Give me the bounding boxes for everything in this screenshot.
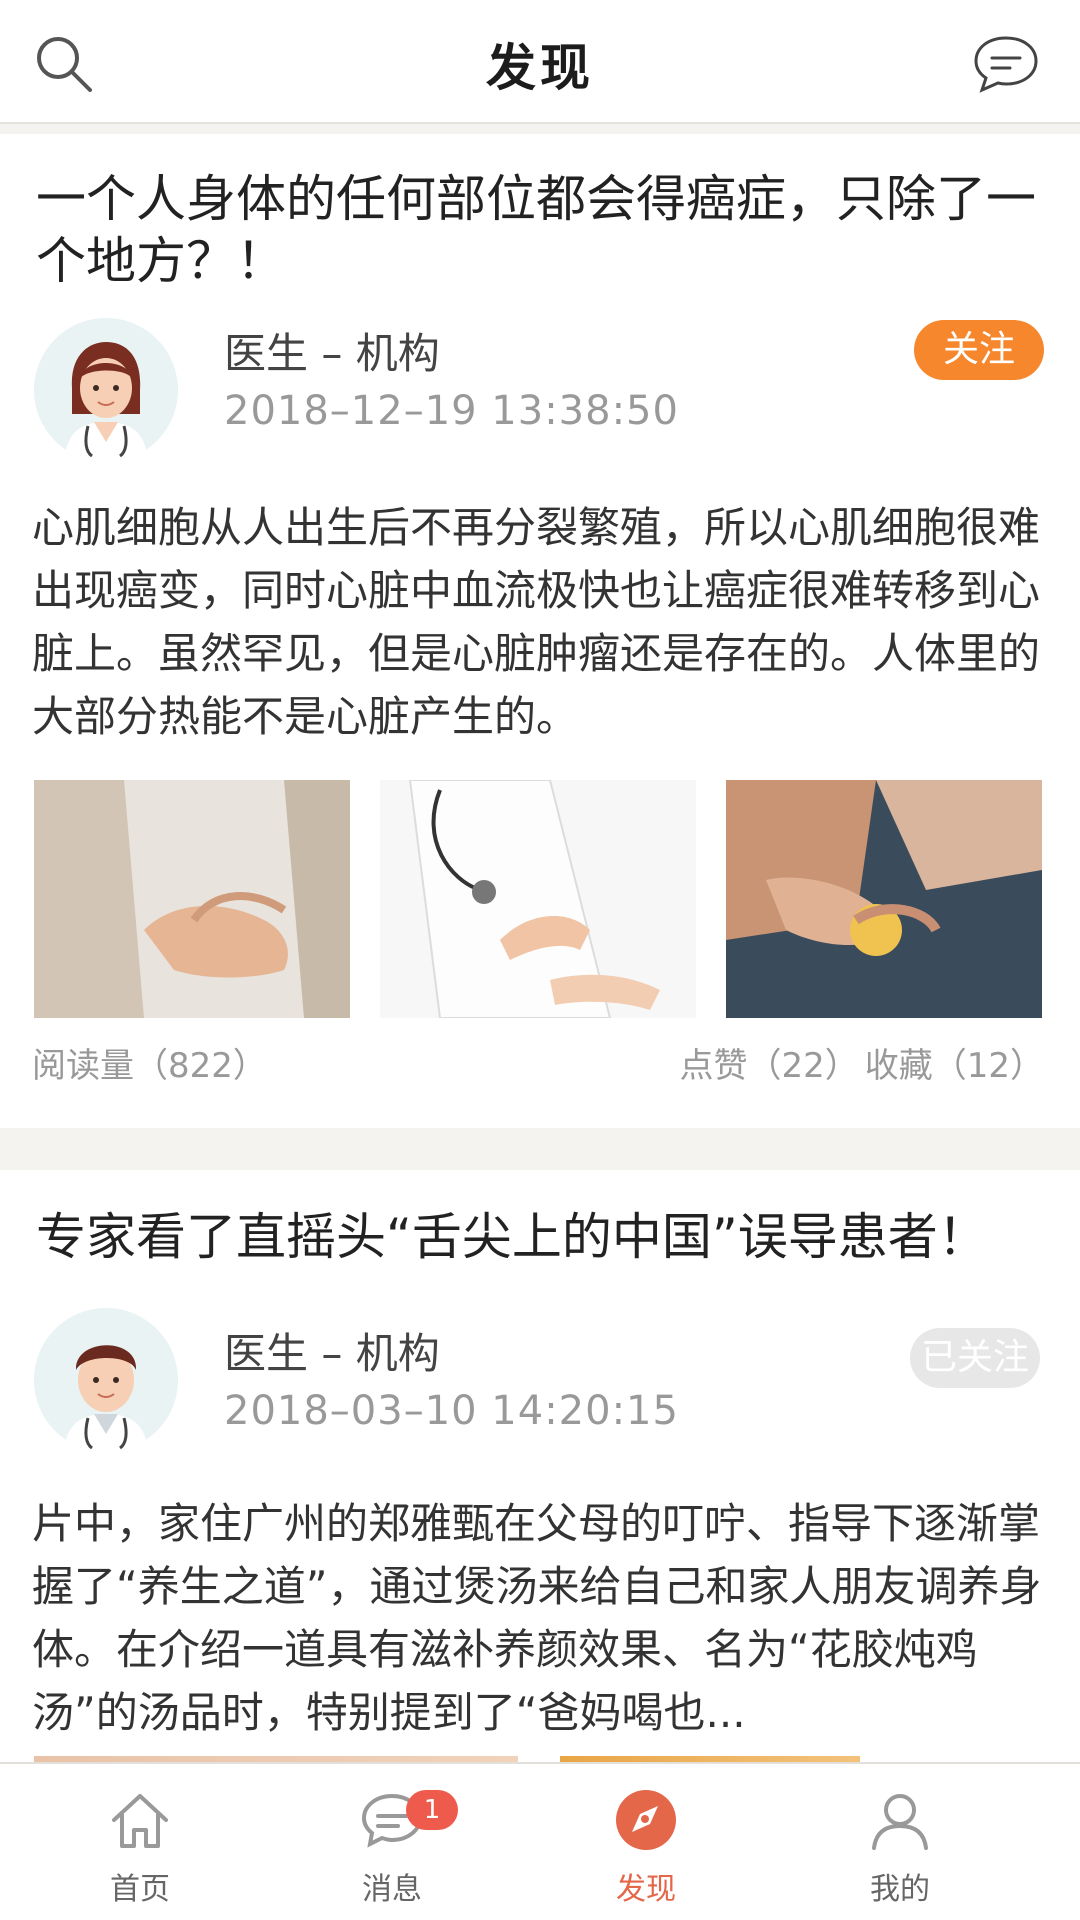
discover-compass-icon: [616, 1790, 676, 1850]
page-title-text: 发现: [486, 39, 594, 97]
doctor-pulse-photo-icon: [380, 780, 696, 1018]
publish-time: 2018–12–19 13:38:50: [224, 388, 679, 434]
author-name[interactable]: 医生 – 机构: [224, 320, 440, 381]
tab-discover[interactable]: 发现: [546, 1764, 746, 1920]
tab-discover-label: 发现: [616, 1872, 676, 1907]
tab-profile-label: 我的: [870, 1872, 930, 1907]
tab-profile[interactable]: 我的: [800, 1764, 1000, 1920]
tab-home-label: 首页: [110, 1872, 170, 1907]
avatar[interactable]: [34, 1308, 178, 1452]
stomach-pain-photo-icon: [34, 780, 350, 1018]
top-header: 发现: [0, 0, 1080, 124]
article-excerpt[interactable]: 心肌细胞从人出生后不再分裂繁殖，所以心肌细胞很难出现癌变，同时心脏中血流极快也让…: [32, 496, 1050, 748]
article-image[interactable]: [380, 780, 696, 1018]
article-image[interactable]: [34, 780, 350, 1018]
elderly-hands-photo-icon: [726, 780, 1042, 1018]
article-headline[interactable]: 一个人身体的任何部位都会得癌症，只除了一个地方？！: [36, 168, 1044, 292]
engagement-stats: 点赞（22） 收藏（12）: [673, 1038, 1044, 1087]
chat-bubble-icon[interactable]: [972, 34, 1040, 94]
profile-icon: [872, 1794, 928, 1850]
author-name[interactable]: 医生 – 机构: [224, 1320, 440, 1381]
read-count: 阅读量（822）: [32, 1046, 267, 1086]
bottom-tab-bar: 首页 1 消息 发现 我的: [0, 1762, 1080, 1920]
article-headline[interactable]: 专家看了直摇头“舌尖上的中国”误导患者！: [36, 1206, 1044, 1268]
doctor-male-avatar-icon: [34, 1308, 178, 1452]
followed-button[interactable]: 已关注: [910, 1328, 1040, 1388]
follow-button[interactable]: 关注: [914, 320, 1044, 380]
favorite-count[interactable]: 收藏（12）: [865, 1046, 1044, 1086]
page-title: 发现: [0, 28, 1080, 100]
article-image[interactable]: [726, 780, 1042, 1018]
article-excerpt[interactable]: 片中，家住广州的郑雅甄在父母的叮咛、指导下逐渐掌握了“养生之道”，通过煲汤来给自…: [32, 1492, 1050, 1744]
like-count[interactable]: 点赞（22）: [679, 1046, 858, 1086]
unread-badge: 1: [406, 1790, 458, 1830]
article-card[interactable]: 专家看了直摇头“舌尖上的中国”误导患者！ 医生 – 机构 2018–03–10 …: [0, 1170, 1080, 1796]
article-image-gallery: [34, 780, 1044, 1020]
tab-messages[interactable]: 1 消息: [292, 1764, 492, 1920]
tab-home[interactable]: 首页: [40, 1764, 240, 1920]
doctor-female-avatar-icon: [34, 318, 178, 462]
publish-time: 2018–03–10 14:20:15: [224, 1388, 679, 1434]
avatar[interactable]: [34, 318, 178, 462]
tab-messages-label: 消息: [362, 1872, 422, 1907]
home-icon: [112, 1794, 168, 1848]
article-card[interactable]: 一个人身体的任何部位都会得癌症，只除了一个地方？！ 医生 – 机构 2018–1…: [0, 134, 1080, 1128]
